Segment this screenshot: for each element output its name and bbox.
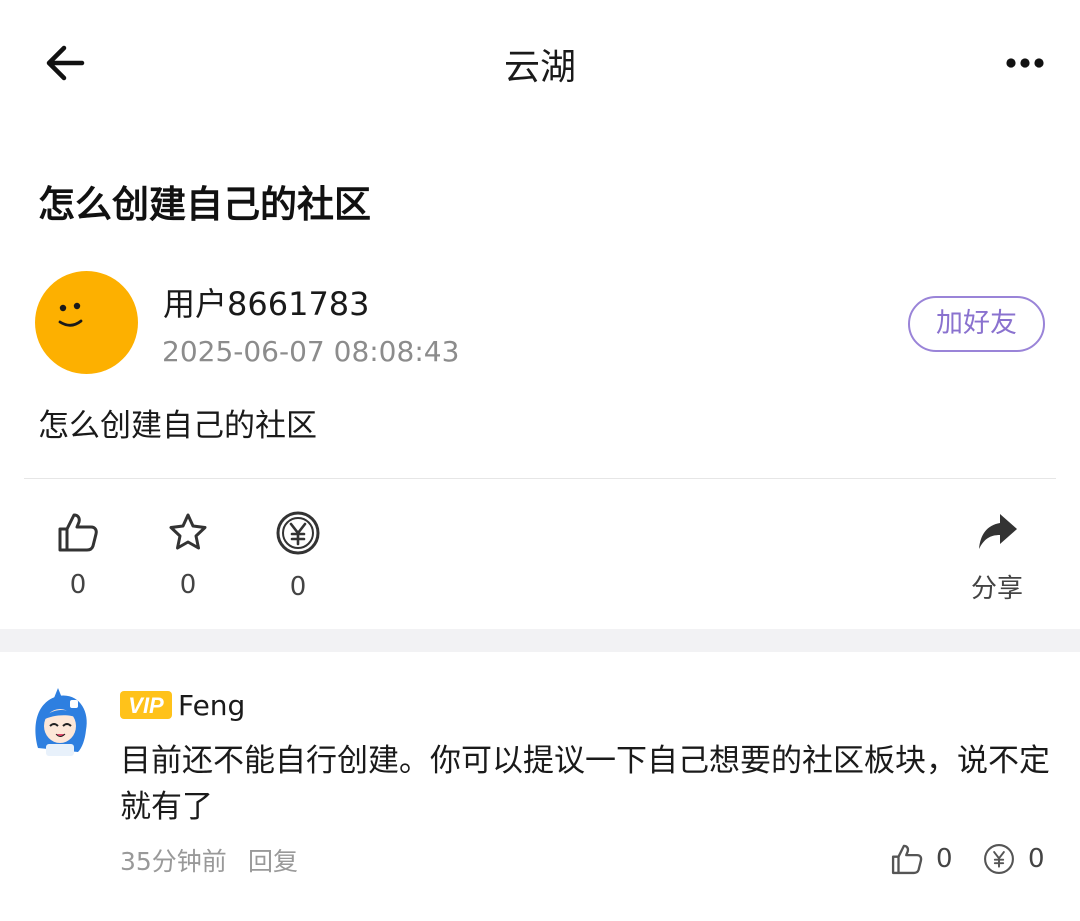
share-button[interactable]: 分享 bbox=[960, 510, 1034, 605]
section-separator bbox=[0, 629, 1080, 652]
post-body: 怎么创建自己的社区 bbox=[38, 408, 317, 444]
tip-count: 0 bbox=[289, 572, 307, 602]
star-icon bbox=[169, 513, 207, 550]
yuan-coin-icon bbox=[276, 511, 320, 555]
share-arrow-icon bbox=[979, 514, 1017, 549]
smiley-face-icon bbox=[58, 302, 83, 327]
post-timestamp: 2025-06-07 08:08:43 bbox=[162, 335, 460, 368]
commenter-avatar[interactable] bbox=[28, 686, 92, 758]
tip-button[interactable]: 0 bbox=[270, 510, 326, 602]
author-name[interactable]: 用户8661783 bbox=[163, 279, 370, 325]
comment-thumbs-up-icon[interactable] bbox=[890, 842, 924, 876]
svg-text:VIP: VIP bbox=[128, 693, 164, 718]
comment-like-count: 0 bbox=[936, 844, 953, 874]
like-count: 0 bbox=[69, 570, 87, 600]
favorite-button[interactable]: 0 bbox=[160, 510, 216, 600]
add-friend-button[interactable]: 加好友 bbox=[908, 296, 1045, 352]
divider bbox=[24, 478, 1056, 479]
comment-text: 目前还不能自行创建。你可以提议一下自己想要的社区板块，说不定就有了 bbox=[120, 743, 1050, 825]
top-bar: 云湖 bbox=[0, 0, 1080, 126]
more-dots-icon bbox=[1006, 58, 1044, 68]
more-button[interactable] bbox=[1000, 48, 1050, 78]
comment-timestamp: 35分钟前 bbox=[120, 847, 227, 876]
vip-badge-icon: VIP bbox=[120, 691, 172, 719]
comment-tip-count: 0 bbox=[1028, 844, 1045, 874]
page-title: 云湖 bbox=[503, 47, 576, 88]
share-label: 分享 bbox=[970, 574, 1023, 604]
reply-button[interactable]: 回复 bbox=[248, 842, 298, 878]
commenter-name[interactable]: Feng bbox=[178, 689, 245, 722]
comment-yuan-coin-icon[interactable] bbox=[983, 843, 1015, 875]
anime-girl-avatar-icon bbox=[35, 688, 87, 756]
thumbs-up-icon bbox=[58, 513, 98, 552]
favorite-count: 0 bbox=[179, 570, 197, 600]
like-button[interactable]: 0 bbox=[50, 510, 106, 600]
post-title: 怎么创建自己的社区 bbox=[38, 183, 371, 226]
author-avatar[interactable] bbox=[35, 271, 138, 374]
